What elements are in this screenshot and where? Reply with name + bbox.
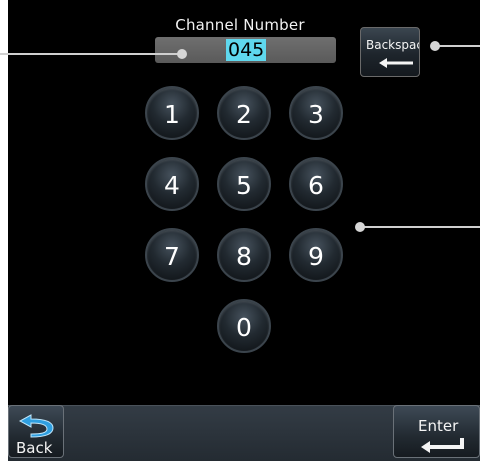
- key-9[interactable]: 9: [289, 228, 343, 282]
- enter-button[interactable]: Enter: [393, 405, 480, 458]
- key-5[interactable]: 5: [217, 157, 271, 211]
- key-3[interactable]: 3: [289, 86, 343, 140]
- key-8[interactable]: 8: [217, 228, 271, 282]
- key-1[interactable]: 1: [145, 86, 199, 140]
- backspace-label: Backspac: [366, 38, 420, 52]
- callout-line-field: [0, 53, 182, 55]
- callout-dot-keypad: [355, 222, 365, 232]
- back-arrow-icon: [18, 414, 54, 438]
- key-6[interactable]: 6: [289, 157, 343, 211]
- callout-dot-backspace: [430, 41, 440, 51]
- channel-number-value: 045: [226, 39, 267, 61]
- key-2[interactable]: 2: [217, 86, 271, 140]
- key-7[interactable]: 7: [145, 228, 199, 282]
- enter-label: Enter: [418, 417, 459, 435]
- callout-dot-field: [177, 49, 187, 59]
- key-4[interactable]: 4: [145, 157, 199, 211]
- callout-line-keypad: [360, 226, 480, 228]
- backspace-arrow-icon: [379, 58, 413, 68]
- backspace-button[interactable]: Backspac: [360, 27, 420, 77]
- back-label: Back: [16, 439, 53, 457]
- key-0[interactable]: 0: [217, 299, 271, 353]
- callout-line-backspace: [434, 45, 480, 47]
- back-button[interactable]: Back: [8, 405, 64, 458]
- enter-arrow-icon: [421, 438, 464, 453]
